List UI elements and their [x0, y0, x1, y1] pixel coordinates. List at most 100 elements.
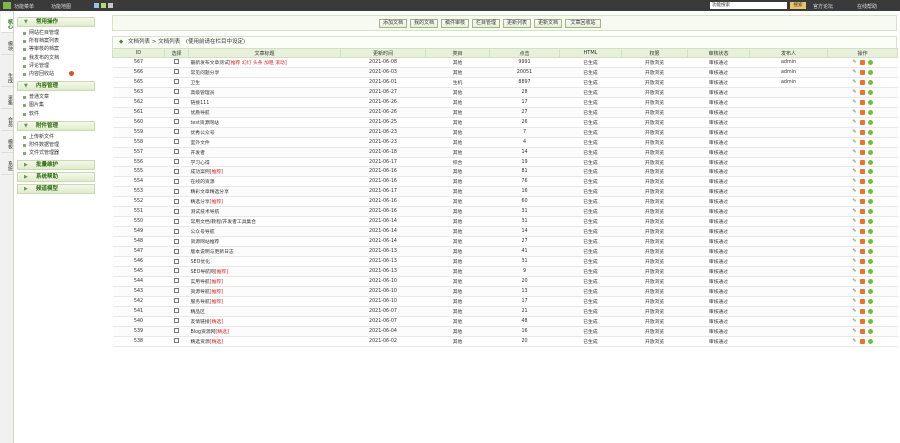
article-title-link[interactable]: Blog资源网 — [191, 330, 216, 335]
preview-icon[interactable] — [868, 59, 873, 65]
edit-properties-icon[interactable]: ✎ — [852, 278, 857, 284]
edit-content-icon[interactable] — [860, 229, 865, 235]
menu-group-attachments[interactable]: ▼ 附件管理 — [17, 120, 95, 131]
menu-item-column-manage[interactable]: 网站栏目管理 — [15, 29, 97, 37]
preview-icon[interactable] — [868, 259, 873, 265]
tab-core[interactable]: 核心 — [1, 13, 13, 33]
edit-properties-icon[interactable]: ✎ — [852, 209, 857, 214]
tab-member[interactable]: 会员 — [1, 111, 13, 131]
preview-icon[interactable] — [868, 159, 873, 165]
edit-content-icon[interactable] — [860, 308, 865, 314]
row-checkbox[interactable] — [174, 268, 179, 274]
edit-content-icon[interactable] — [860, 89, 865, 95]
article-title-link[interactable]: 室外文件 — [191, 141, 210, 146]
edit-properties-icon[interactable]: ✎ — [852, 239, 857, 244]
preview-icon[interactable] — [868, 79, 873, 85]
row-checkbox[interactable] — [174, 168, 179, 174]
row-checkbox[interactable] — [174, 119, 179, 125]
edit-content-icon[interactable] — [860, 109, 865, 115]
article-title-link[interactable]: 版本说明与更新日志 — [191, 250, 234, 255]
edit-properties-icon[interactable]: ✎ — [852, 179, 857, 184]
edit-properties-icon[interactable]: ✎ — [852, 189, 857, 194]
preview-icon[interactable] — [868, 229, 873, 235]
edit-properties-icon[interactable]: ✎ — [852, 298, 857, 304]
edit-content-icon[interactable] — [860, 298, 865, 304]
table-row[interactable]: 553 精彩文章精选分享 2021-06-17 其他 16 已生成 开放浏览 审核通过 ✎ — [112, 186, 898, 198]
edit-properties-icon[interactable]: ✎ — [852, 79, 857, 85]
table-row[interactable]: 543 资源导航[推荐] 2021-06-10 其他 13 已生成 开放浏览 审核通过 ✎ — [112, 286, 898, 297]
article-title-link[interactable]: 卫生 — [191, 81, 201, 86]
menu-item-file-manager[interactable]: 文件式管理器 — [15, 149, 97, 157]
keyword-search-input[interactable]: 功能搜索 — [710, 2, 787, 9]
row-checkbox[interactable] — [174, 338, 179, 344]
preview-icon[interactable] — [868, 89, 873, 95]
table-row[interactable]: 558 室外文件 2021-06-23 其他 4 已生成 开放浏览 审核通过 ✎ — [112, 137, 898, 148]
menu-item-software[interactable]: 软件 — [15, 110, 97, 118]
article-title-link[interactable]: SEO优化 — [191, 260, 210, 265]
preview-icon[interactable] — [868, 149, 873, 155]
theme-green-icon[interactable] — [101, 3, 106, 8]
row-checkbox[interactable] — [174, 188, 179, 194]
edit-properties-icon[interactable]: ✎ — [852, 268, 857, 274]
article-title-link[interactable]: test资源网站 — [191, 121, 219, 126]
article-title-link[interactable]: 常见问题分享 — [191, 71, 220, 76]
table-row[interactable]: 556 学习心得 2021-06-17 综合 19 已生成 开放浏览 审核通过 ✎ — [112, 157, 898, 168]
row-checkbox[interactable] — [174, 139, 179, 145]
row-checkbox[interactable] — [174, 149, 179, 155]
edit-properties-icon[interactable]: ✎ — [852, 139, 857, 145]
edit-content-icon[interactable] — [860, 249, 865, 255]
my-docs-button[interactable]: 我的文档 — [410, 19, 438, 28]
menu-item-pending[interactable]: 等审核的档案 — [15, 45, 97, 53]
row-checkbox[interactable] — [174, 69, 179, 75]
theme-grey-icon[interactable] — [108, 3, 113, 8]
table-row[interactable]: 547 版本说明与更新日志 2021-06-13 其他 41 已生成 开放浏览 审核通过 ✎ — [112, 246, 898, 258]
row-checkbox[interactable] — [174, 278, 179, 284]
article-title-link[interactable]: 常用文档/教程/开发者工具集合 — [191, 220, 257, 225]
forum-link[interactable]: 官方论坛 — [813, 3, 833, 10]
preview-icon[interactable] — [868, 69, 873, 75]
edit-content-icon[interactable] — [860, 278, 865, 284]
menu-group-common[interactable]: ▼ 常用操作 — [17, 17, 95, 27]
preview-icon[interactable] — [868, 99, 873, 105]
edit-properties-icon[interactable]: ✎ — [852, 129, 857, 135]
preview-icon[interactable] — [868, 189, 873, 195]
preview-icon[interactable] — [868, 298, 873, 304]
preview-icon[interactable] — [868, 338, 873, 344]
menu-group-channel[interactable]: ▶ 频道模型 — [17, 184, 95, 195]
edit-content-icon[interactable] — [860, 288, 865, 294]
menu-item-my-docs[interactable]: 我发布的文档 — [15, 54, 97, 62]
menu-group-batch[interactable]: ▶ 批量维护 — [17, 160, 95, 171]
row-checkbox[interactable] — [174, 178, 179, 184]
menu-item-article[interactable]: 普通文章 — [15, 93, 97, 101]
edit-properties-icon[interactable]: ✎ — [852, 259, 857, 264]
tab-template[interactable]: 模板 — [1, 133, 13, 153]
row-checkbox[interactable] — [174, 258, 179, 264]
article-title-link[interactable]: 成功案例 — [191, 170, 210, 175]
row-checkbox[interactable] — [174, 109, 179, 115]
table-row[interactable]: 546 SEO优化 2021-06-13 其他 31 已生成 开放浏览 审核通过 ✎ — [112, 256, 898, 268]
menu-group-content[interactable]: ▼ 内容管理 — [17, 81, 95, 92]
edit-properties-icon[interactable]: ✎ — [852, 159, 857, 165]
update-list-button[interactable]: 更新列表 — [503, 19, 531, 28]
preview-icon[interactable] — [868, 119, 873, 125]
article-title-link[interactable]: 公众号导航 — [191, 230, 215, 235]
article-title-link[interactable]: 高级管理员 — [191, 91, 215, 96]
edit-properties-icon[interactable]: ✎ — [852, 119, 857, 125]
edit-content-icon[interactable] — [860, 268, 865, 274]
edit-content-icon[interactable] — [860, 79, 865, 85]
row-checkbox[interactable] — [174, 298, 179, 304]
preview-icon[interactable] — [868, 109, 873, 115]
column-manage-button[interactable]: 栏目管理 — [472, 19, 500, 28]
edit-properties-icon[interactable]: ✎ — [852, 328, 857, 334]
preview-icon[interactable] — [868, 209, 873, 215]
preview-icon[interactable] — [868, 219, 873, 225]
article-title-link[interactable]: 友情链接 — [191, 320, 210, 325]
menu-item-all-archives[interactable]: 所有档案列表 — [15, 37, 97, 45]
menu-item-images[interactable]: 图片集 — [15, 101, 97, 109]
preview-icon[interactable] — [868, 328, 873, 334]
table-row[interactable]: 554 在线的资源 2021-06-16 其他 76 已生成 开放浏览 审核通过 ✎ — [112, 176, 898, 188]
table-row[interactable]: 540 友情链接[精选] 2021-06-07 其他 48 已生成 开放浏览 审核通过 ✎ — [112, 316, 898, 327]
menu-item-recycle[interactable]: 内容回收站 — [15, 70, 97, 78]
edit-content-icon[interactable] — [860, 259, 865, 265]
preview-icon[interactable] — [868, 318, 873, 324]
